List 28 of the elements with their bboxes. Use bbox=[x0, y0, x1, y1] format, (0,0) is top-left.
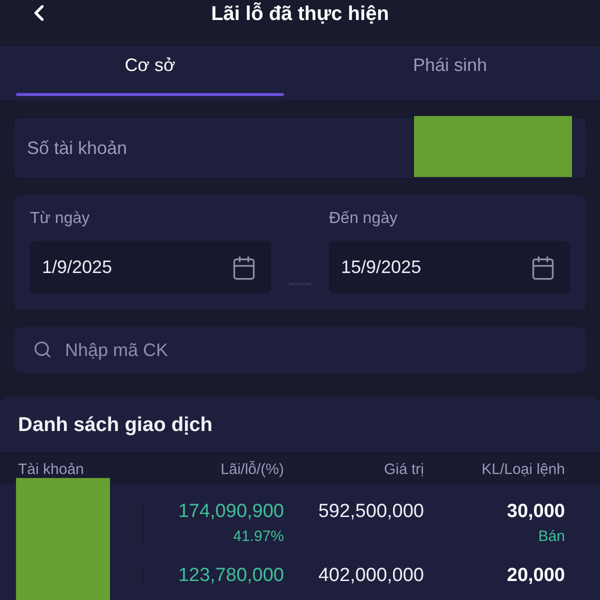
quantity: 20,000 bbox=[506, 565, 565, 587]
date-value: 1/9/2025 bbox=[42, 256, 112, 279]
tab[interactable]: Phái sinh bbox=[300, 46, 600, 100]
page-title: Lãi lỗ đã thực hiện bbox=[211, 1, 389, 27]
value-amount: 402,000,000 bbox=[318, 565, 424, 587]
account-field[interactable]: Số tài khoản bbox=[14, 118, 586, 178]
search-field[interactable]: Nhập mã CK bbox=[14, 327, 586, 373]
tab[interactable]: Cơ sở bbox=[0, 46, 300, 100]
column-header: Giá trị bbox=[382, 460, 424, 480]
calendar-icon[interactable] bbox=[231, 254, 257, 280]
value-amount: 592,500,000 bbox=[318, 501, 424, 523]
date-field[interactable]: 15/9/2025 bbox=[329, 241, 570, 294]
account-label: Số tài khoản bbox=[27, 136, 128, 160]
date-label: Từ ngày bbox=[30, 209, 91, 229]
column-header: Tài khoản bbox=[17, 460, 85, 480]
date-field[interactable]: 1/9/2025 bbox=[30, 241, 271, 294]
profit-loss-value: 174,090,900 bbox=[178, 501, 284, 523]
column-header: Lãi/lỗ/(%) bbox=[220, 460, 284, 480]
column-header: KL/Loại lệnh bbox=[480, 460, 565, 480]
profit-loss-percent: 41.97% bbox=[233, 527, 284, 547]
search-icon bbox=[33, 340, 52, 359]
calendar-icon[interactable] bbox=[530, 254, 556, 280]
quantity: 30,000 bbox=[506, 501, 565, 523]
order-type: Bán bbox=[538, 527, 565, 547]
date-label: Đến ngày bbox=[329, 209, 398, 229]
date-value: 15/9/2025 bbox=[341, 256, 422, 279]
profit-loss-value: 123,780,000 bbox=[178, 565, 284, 587]
section-title: Danh sách giao dịch bbox=[18, 412, 212, 438]
